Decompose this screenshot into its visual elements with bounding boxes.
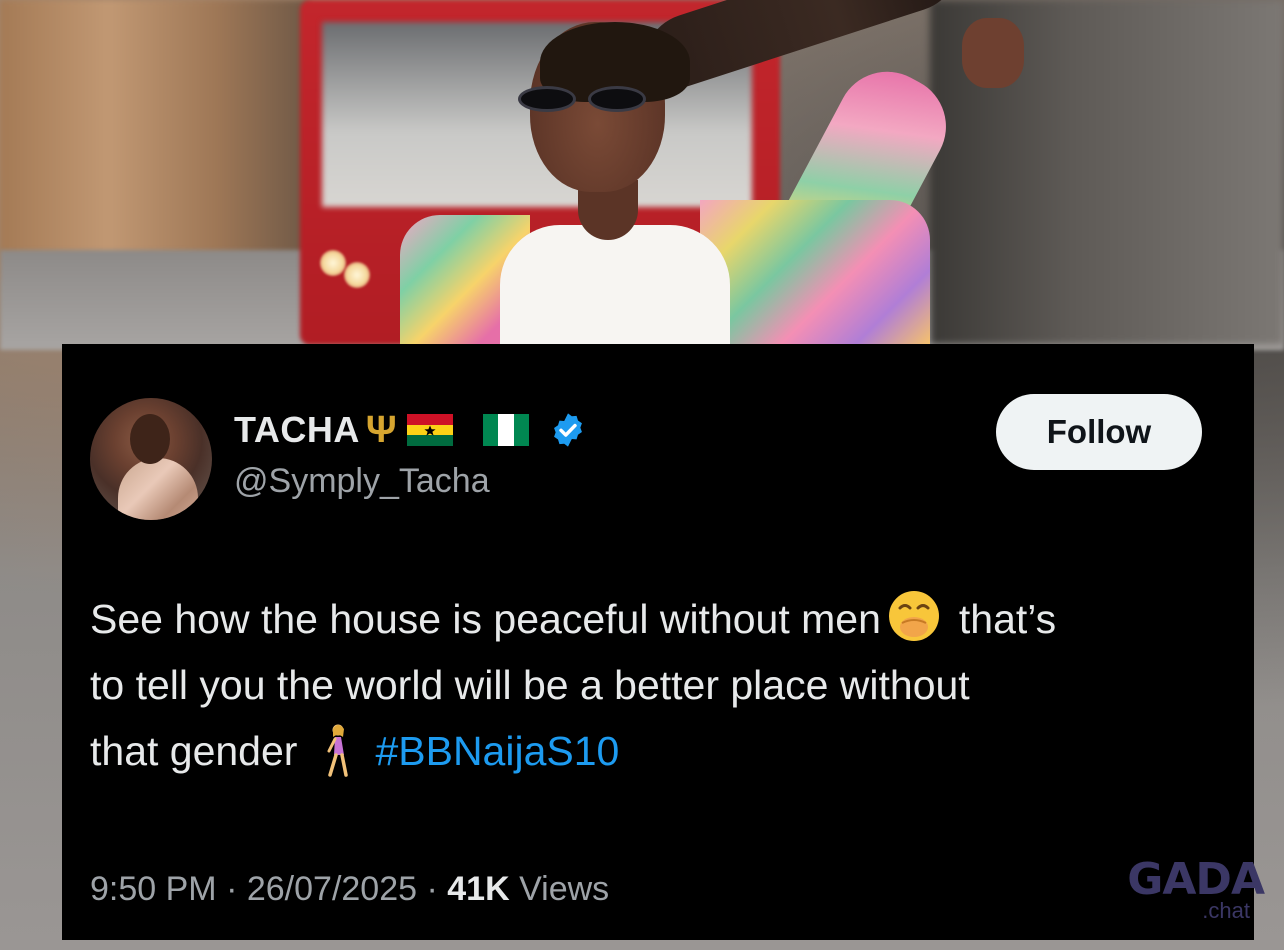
hand <box>962 18 1024 88</box>
woman-walking-emoji-icon <box>327 724 349 777</box>
ghana-flag-icon <box>406 414 453 446</box>
face-with-hand-over-mouth-emoji-icon <box>888 591 939 641</box>
tweet-date[interactable]: 26/07/2025 <box>247 870 417 908</box>
tweet-text-segment: that’s <box>958 596 1057 642</box>
bus-headlight <box>344 262 370 288</box>
avatar[interactable] <box>90 398 212 520</box>
views-count: 41K <box>447 870 510 908</box>
background-building <box>0 0 310 280</box>
tweet-text-segment: See how the house is peaceful without me… <box>90 596 881 642</box>
bus-headlight <box>320 250 346 276</box>
hashtag-link[interactable]: #BBNaijaS10 <box>375 728 619 774</box>
tweet-line: that gender #BBNaijaS10 <box>90 718 1230 784</box>
tweet-meta: 9:50 PM · 26/07/2025 · 41K Views <box>90 870 609 909</box>
watermark-logo: GADA <box>1127 854 1265 905</box>
meta-separator: · <box>426 870 438 908</box>
jacket-right <box>700 200 930 345</box>
tweet-text: See how the house is peaceful without me… <box>90 586 1230 784</box>
follow-button[interactable]: Follow <box>996 394 1202 470</box>
author-handle[interactable]: @Symply_Tacha <box>234 462 490 501</box>
sunglasses <box>518 86 653 116</box>
trident-symbol: Ψ <box>365 409 397 451</box>
tweet-line: to tell you the world will be a better p… <box>90 652 1230 718</box>
tweet-time[interactable]: 9:50 PM <box>90 870 217 908</box>
avatar-head <box>130 414 170 464</box>
tweet-text-segment: that gender <box>90 728 298 774</box>
white-top <box>500 225 730 345</box>
avatar-body <box>118 458 198 520</box>
verified-badge-icon <box>553 413 582 447</box>
views-label: Views <box>519 870 610 908</box>
tweet-text-segment: to tell you the world will be a better p… <box>90 662 970 708</box>
author-name-row: TACHA Ψ <box>234 406 587 454</box>
display-name[interactable]: TACHA <box>234 409 360 451</box>
gada-watermark: GADA .chat <box>1104 854 1265 928</box>
nigeria-flag-icon <box>482 414 529 446</box>
tweet-card: TACHA Ψ @Symply_Tacha Follow See how the… <box>62 344 1254 940</box>
tweet-line: See how the house is peaceful without me… <box>90 586 1230 652</box>
meta-separator: · <box>226 870 238 908</box>
